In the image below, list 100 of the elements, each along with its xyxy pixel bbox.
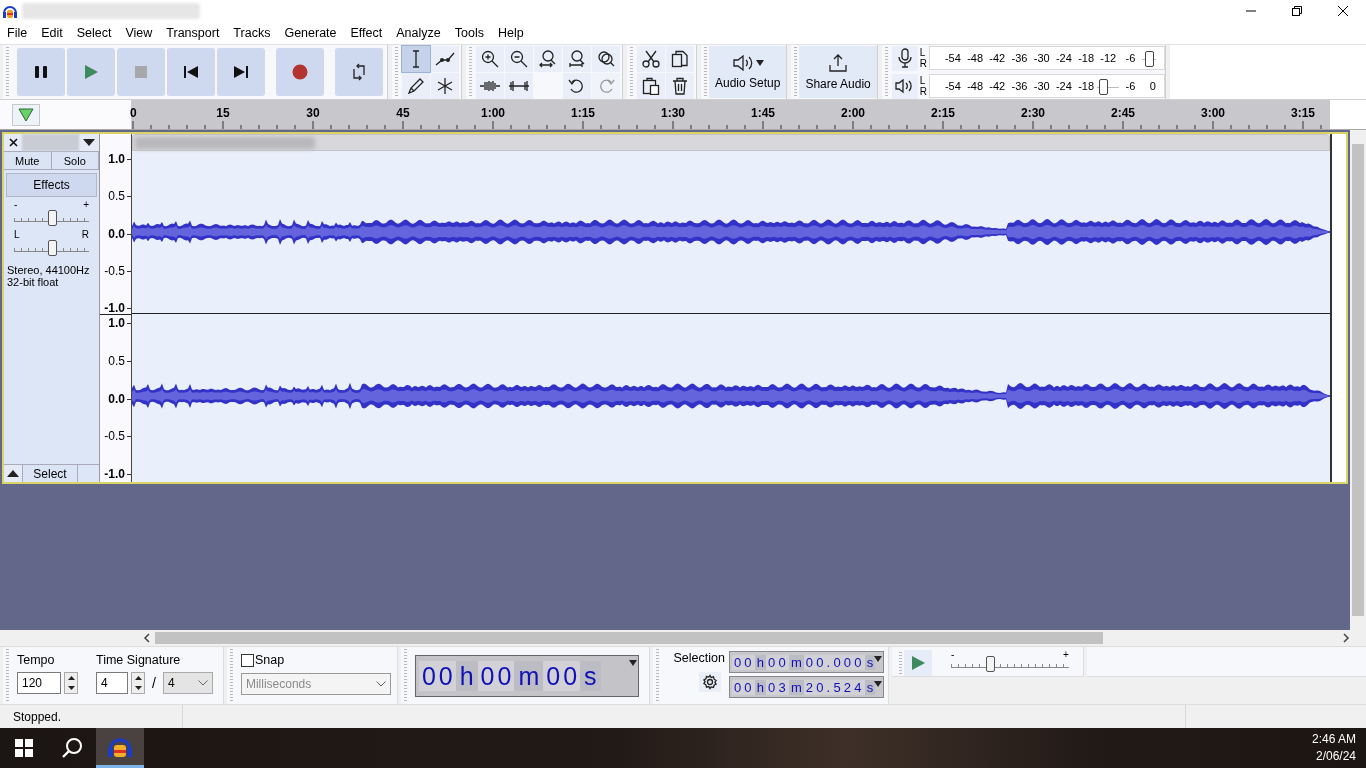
caret-icon	[628, 660, 637, 666]
checkbox-label: Snap	[254, 653, 285, 667]
menu-item[interactable]: Edit	[34, 24, 70, 42]
menu-item[interactable]: Tools	[447, 24, 491, 42]
slider-thumb[interactable]	[985, 656, 995, 672]
delete-button[interactable]	[666, 72, 694, 99]
audio-setup-button[interactable]: Audio Setup	[709, 46, 787, 98]
timeline-options-button[interactable]	[12, 103, 40, 126]
settings-button[interactable]	[698, 672, 721, 692]
close-icon	[8, 138, 18, 147]
skip-to-end-button[interactable]	[217, 48, 265, 96]
toolbar-grip[interactable]	[3, 47, 11, 97]
toolbar-grip[interactable]	[627, 47, 635, 97]
time-signature-field[interactable]: 4	[96, 672, 128, 694]
toolbar-grip[interactable]	[3, 649, 11, 702]
menu-item[interactable]: Help	[490, 24, 531, 42]
down-triangle-icon	[18, 107, 34, 122]
effects-button[interactable]: Effects	[6, 173, 97, 197]
spin-button[interactable]	[131, 672, 145, 694]
pause-icon	[34, 65, 48, 79]
channel-label: L	[919, 47, 927, 58]
time-label: 2:00	[841, 106, 865, 120]
menu-item[interactable]: Transport	[159, 24, 227, 42]
menu-item[interactable]: Generate	[277, 24, 344, 42]
toolbar-grip[interactable]	[466, 47, 474, 97]
scissors-icon	[642, 49, 660, 68]
slider-thumb[interactable]	[47, 210, 57, 226]
selection-end-field[interactable]: 00 h 03 m 20.524 s	[728, 676, 884, 698]
menu-item[interactable]: Effect	[343, 24, 390, 42]
skip-to-start-button[interactable]	[167, 48, 215, 96]
zoom-fit-icon	[568, 49, 586, 68]
zoom-button[interactable]	[563, 45, 591, 72]
tempo-field[interactable]: 120	[17, 672, 61, 694]
time-label: 2:15	[931, 106, 955, 120]
toolbar-grip[interactable]	[701, 47, 709, 97]
scrollbar-thumb[interactable]	[155, 632, 1103, 644]
track-info: Stereo, 44100Hz	[7, 264, 91, 276]
edit-button[interactable]	[476, 72, 504, 99]
scale-label: -42	[986, 80, 1009, 92]
slider-label: -	[950, 650, 955, 660]
playback-meter-button[interactable]	[891, 73, 918, 99]
zoom-out-icon	[510, 49, 528, 68]
taskbar-app-button[interactable]	[96, 728, 144, 768]
pencil-icon	[407, 76, 425, 95]
toolbar-grip[interactable]	[392, 47, 400, 97]
clip-title-bar[interactable]	[132, 134, 1330, 151]
slider-thumb[interactable]	[47, 240, 57, 256]
toolbar-grip[interactable]	[791, 47, 800, 97]
zoom-button[interactable]	[592, 45, 620, 72]
upload-icon	[828, 53, 849, 73]
menu-item[interactable]: Select	[69, 24, 119, 42]
zoom-button[interactable]	[534, 45, 562, 72]
vertical-scrollbar[interactable]	[1350, 130, 1366, 630]
tool-button[interactable]	[431, 45, 459, 72]
pause-button[interactable]	[17, 48, 65, 96]
cut-button[interactable]	[637, 45, 665, 72]
stop-icon	[134, 65, 148, 79]
share-audio-button[interactable]: Share Audio	[799, 46, 877, 98]
time-label: 30	[306, 106, 320, 120]
scale-label: -42	[986, 52, 1009, 64]
record-meter-button[interactable]	[891, 45, 918, 71]
edit-button[interactable]	[505, 72, 533, 99]
time-readout[interactable]: 00 h 00 m 00 s	[414, 655, 639, 697]
time-label: 3:00	[1201, 106, 1225, 120]
gain-slider-thumb[interactable]	[1145, 51, 1155, 67]
paste-button[interactable]	[637, 72, 665, 99]
caret-icon	[83, 139, 95, 146]
horizontal-scrollbar[interactable]	[0, 630, 1366, 646]
spin-button[interactable]	[64, 672, 78, 694]
menu-item[interactable]: View	[118, 24, 160, 42]
record-button[interactable]	[276, 48, 324, 96]
time-label: 1:15	[571, 106, 595, 120]
tool-button[interactable]	[402, 72, 430, 99]
windows-logo-icon	[15, 739, 33, 757]
copy-icon	[671, 49, 689, 68]
menu-item[interactable]: Analyze	[389, 24, 448, 42]
collapse-button[interactable]	[4, 465, 22, 482]
scale-label: -6	[1119, 80, 1142, 92]
menu-item[interactable]: Tracks	[226, 24, 278, 42]
selection-start-field[interactable]: 00 h 00 m 00.000 s	[728, 651, 884, 673]
menu-item[interactable]: File	[0, 24, 35, 42]
copy-button[interactable]	[666, 45, 694, 72]
select-button[interactable]: Select	[22, 465, 78, 482]
caret-icon	[873, 681, 882, 687]
gain-slider-thumb[interactable]	[1099, 79, 1109, 95]
tool-button[interactable]	[431, 72, 459, 99]
zoom-button[interactable]	[476, 45, 504, 72]
amplitude-label: 1.0	[108, 153, 128, 165]
play-at-speed-button[interactable]	[903, 650, 932, 676]
time-signature-dropdown[interactable]: 4	[162, 672, 213, 694]
headphones-icon	[2, 3, 18, 19]
undo-button[interactable]	[563, 72, 591, 99]
snap-checkbox[interactable]	[240, 653, 254, 667]
caret-icon	[755, 60, 764, 66]
scrollbar-thumb[interactable]	[1352, 144, 1364, 616]
zoom-button[interactable]	[505, 45, 533, 72]
timeline-ruler[interactable]: 0 15 30 45 1:00 1:15 1:30 1:45 2:00 2:15 2:30 2:45 3:00 3:15	[132, 100, 1330, 129]
skip-to-end-icon	[233, 65, 249, 79]
loop-button[interactable]	[335, 48, 383, 96]
silence-icon	[509, 79, 529, 92]
